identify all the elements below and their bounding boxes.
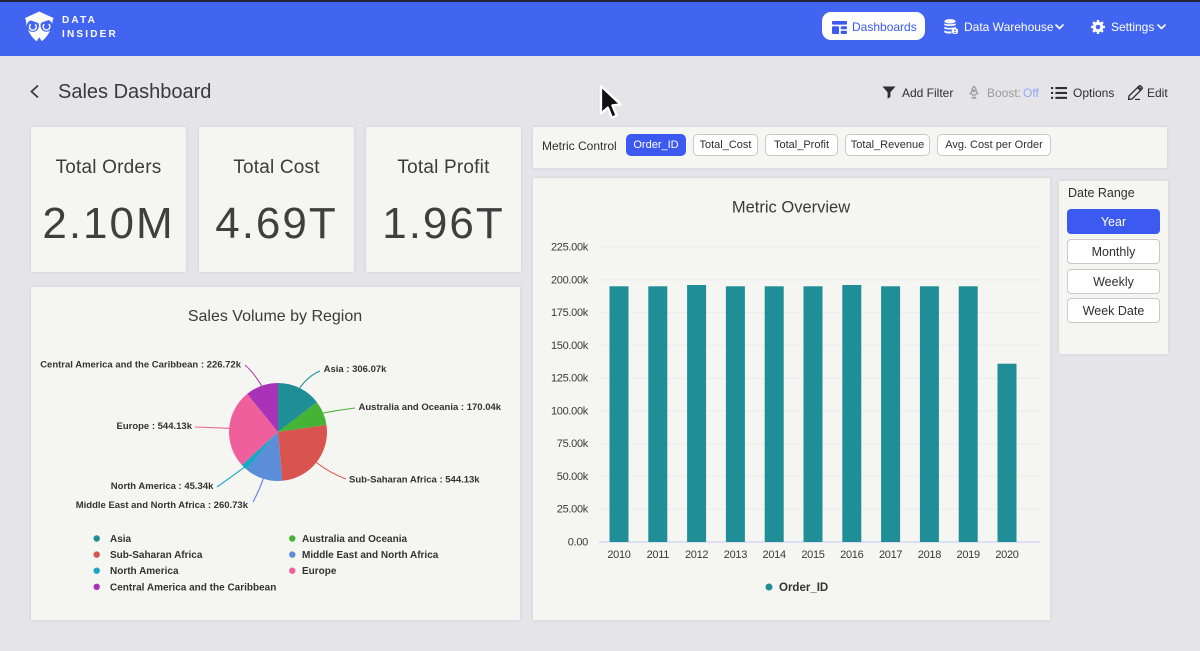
svg-text:Asia : 306.07k: Asia : 306.07k [324, 364, 388, 375]
svg-text:150.00k: 150.00k [551, 340, 589, 352]
svg-text:225.00k: 225.00k [551, 242, 589, 254]
svg-text:Australia and Oceania: Australia and Oceania [302, 534, 407, 545]
svg-text:Middle East and North Africa: Middle East and North Africa [302, 550, 439, 561]
svg-text:2014: 2014 [763, 549, 786, 561]
svg-text:North America: North America [110, 566, 179, 577]
svg-text:2015: 2015 [801, 549, 824, 561]
svg-text:100.00k: 100.00k [551, 405, 589, 417]
svg-text:50.00k: 50.00k [557, 471, 589, 483]
svg-text:Metric Overview: Metric Overview [732, 199, 850, 217]
svg-text:Central America and the Caribb: Central America and the Caribbean [110, 582, 276, 593]
svg-text:2013: 2013 [724, 549, 747, 561]
svg-text:Australia and Oceania : 170.04: Australia and Oceania : 170.04k [359, 402, 502, 413]
svg-text:Sub-Saharan Africa: Sub-Saharan Africa [110, 550, 203, 561]
svg-text:125.00k: 125.00k [551, 373, 589, 385]
svg-text:2017: 2017 [879, 549, 902, 561]
svg-text:25.00k: 25.00k [557, 504, 589, 516]
svg-text:Europe : 544.13k: Europe : 544.13k [116, 421, 192, 432]
svg-text:175.00k: 175.00k [551, 307, 589, 319]
svg-text:Sub-Saharan Africa : 544.13k: Sub-Saharan Africa : 544.13k [349, 474, 480, 485]
svg-text:Europe: Europe [302, 566, 337, 577]
svg-text:2019: 2019 [957, 549, 980, 561]
svg-text:2018: 2018 [918, 549, 941, 561]
svg-text:2010: 2010 [607, 549, 630, 561]
svg-text:0.00: 0.00 [568, 537, 588, 549]
svg-text:2016: 2016 [840, 549, 863, 561]
svg-text:2012: 2012 [685, 549, 708, 561]
svg-text:Central America and the Caribb: Central America and the Caribbean : 226.… [40, 360, 242, 371]
svg-text:North America : 45.34k: North America : 45.34k [111, 481, 214, 492]
svg-text:75.00k: 75.00k [557, 438, 589, 450]
svg-text:2011: 2011 [647, 549, 670, 561]
svg-text:Middle East and North Africa :: Middle East and North Africa : 260.73k [76, 500, 249, 511]
svg-text:Order_ID: Order_ID [779, 582, 828, 594]
svg-text:Asia: Asia [110, 534, 132, 545]
svg-text:200.00k: 200.00k [551, 274, 589, 286]
svg-text:2020: 2020 [995, 549, 1018, 561]
svg-text:Sales Volume by Region: Sales Volume by Region [188, 308, 362, 325]
